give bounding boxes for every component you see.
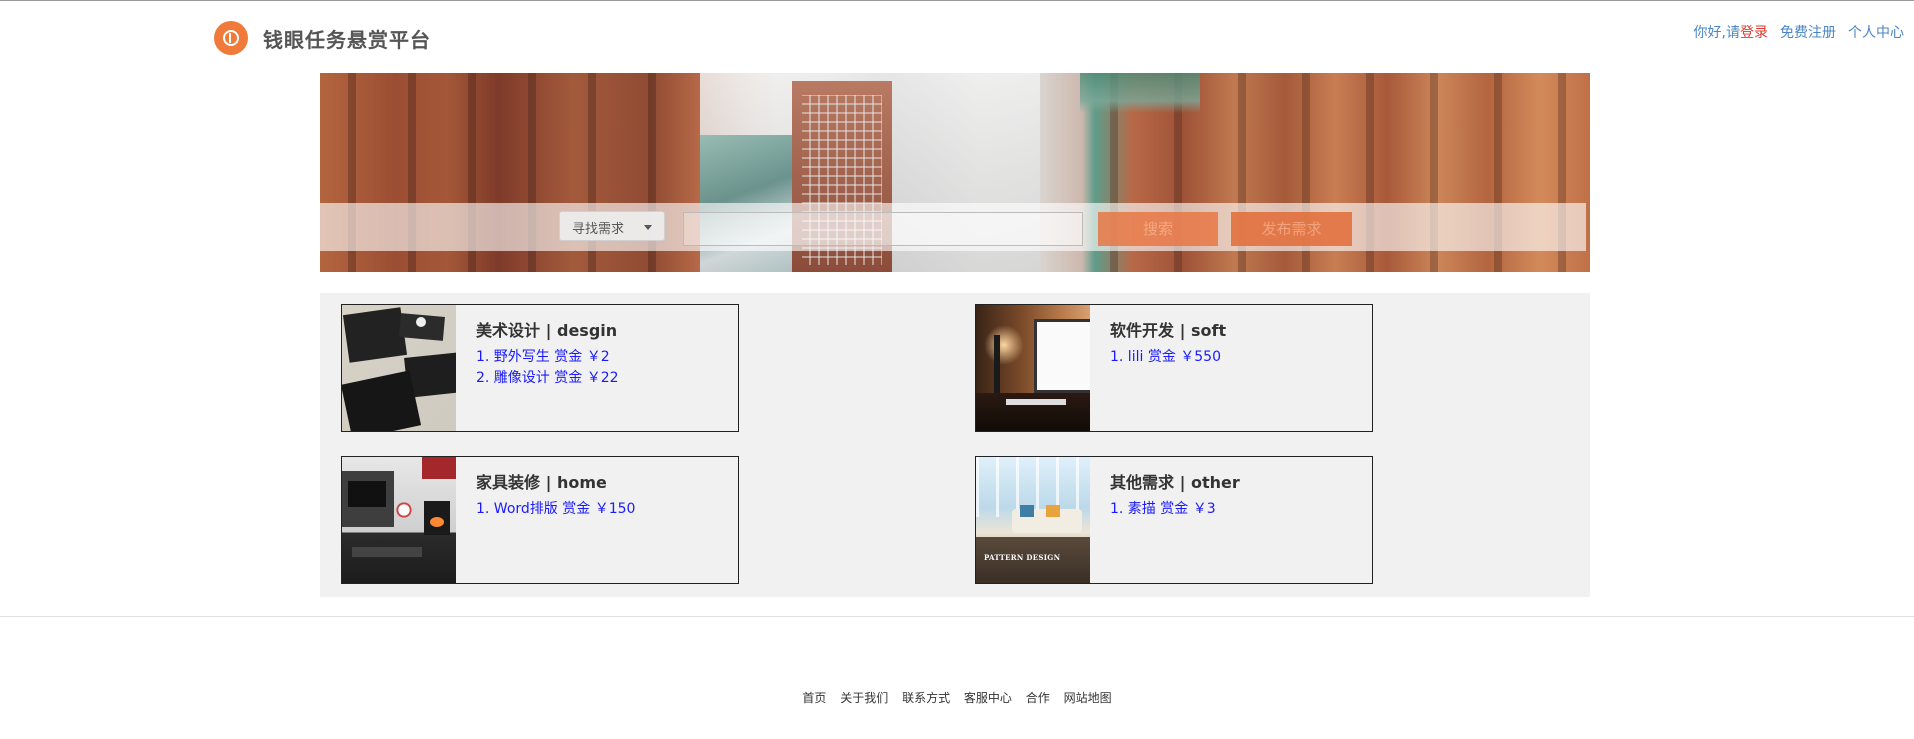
search-type-label: 寻找需求 [572, 222, 625, 237]
task-item[interactable]: 1. lili 赏金 ￥550 [1110, 347, 1221, 368]
search-button[interactable]: 搜索 [1098, 212, 1218, 246]
search-type-select[interactable]: 寻找需求 [559, 211, 665, 241]
task-item[interactable]: 1. Word排版 赏金 ￥150 [476, 499, 635, 520]
task-item[interactable]: 1. 野外写生 赏金 ￥2 [476, 347, 619, 368]
footer-link-sitemap[interactable]: 网站地图 [1064, 691, 1112, 705]
task-item[interactable]: 1. 素描 赏金 ￥3 [1110, 499, 1216, 520]
footer-links: 首页 关于我们 联系方式 客服中心 合作 网站地图 [0, 689, 1914, 706]
search-input[interactable] [683, 212, 1083, 246]
category-title[interactable]: 美术设计 | desgin [476, 317, 617, 341]
thumbnail-caption: PATTERN DESIGN [984, 553, 1061, 562]
user-center-link[interactable]: 个人中心 [1848, 22, 1904, 42]
logo-icon[interactable] [214, 21, 248, 55]
footer-link-about[interactable]: 关于我们 [840, 691, 888, 705]
login-link[interactable]: 登录 [1740, 22, 1768, 42]
top-border [0, 0, 1914, 1]
other-thumbnail[interactable]: PATTERN DESIGN [976, 457, 1090, 583]
task-list: 1. Word排版 赏金 ￥150 [476, 499, 635, 520]
task-list: 1. 素描 赏金 ￥3 [1110, 499, 1216, 520]
footer-link-service[interactable]: 客服中心 [964, 691, 1012, 705]
task-list: 1. lili 赏金 ￥550 [1110, 347, 1221, 368]
task-item[interactable]: 2. 雕像设计 赏金 ￥22 [476, 368, 619, 389]
home-thumbnail[interactable] [342, 457, 456, 583]
register-link[interactable]: 免费注册 [1780, 22, 1836, 42]
category-card-soft[interactable]: 软件开发 | soft 1. lili 赏金 ￥550 [975, 304, 1373, 432]
category-title[interactable]: 其他需求 | other [1110, 469, 1240, 493]
category-grid: 美术设计 | desgin 1. 野外写生 赏金 ￥2 2. 雕像设计 赏金 ￥… [320, 293, 1590, 597]
banner-green-roof [1080, 73, 1200, 113]
design-thumbnail[interactable] [342, 305, 456, 431]
category-card-design[interactable]: 美术设计 | desgin 1. 野外写生 赏金 ￥2 2. 雕像设计 赏金 ￥… [341, 304, 739, 432]
site-title[interactable]: 钱眼任务悬赏平台 [263, 24, 431, 53]
logo-ring [223, 30, 239, 46]
category-card-home[interactable]: 家具装修 | home 1. Word排版 赏金 ￥150 [341, 456, 739, 584]
logo-bar [229, 33, 231, 43]
soft-thumbnail[interactable] [976, 305, 1090, 431]
category-title[interactable]: 家具装修 | home [476, 469, 607, 493]
category-title[interactable]: 软件开发 | soft [1110, 317, 1226, 341]
footer-link-contact[interactable]: 联系方式 [902, 691, 950, 705]
footer-divider [0, 616, 1914, 617]
task-list: 1. 野外写生 赏金 ￥2 2. 雕像设计 赏金 ￥22 [476, 347, 619, 389]
post-request-button[interactable]: 发布需求 [1231, 212, 1352, 246]
banner: 寻找需求 搜索 发布需求 [320, 73, 1590, 272]
user-bar: 你好,请登录 免费注册 个人中心 [1694, 22, 1904, 42]
category-card-other[interactable]: PATTERN DESIGN 其他需求 | other 1. 素描 赏金 ￥3 [975, 456, 1373, 584]
greeting-text: 你好,请 [1693, 25, 1740, 41]
footer-link-cooperation[interactable]: 合作 [1026, 691, 1050, 705]
chevron-down-icon [644, 225, 652, 230]
footer-link-home[interactable]: 首页 [802, 691, 826, 705]
